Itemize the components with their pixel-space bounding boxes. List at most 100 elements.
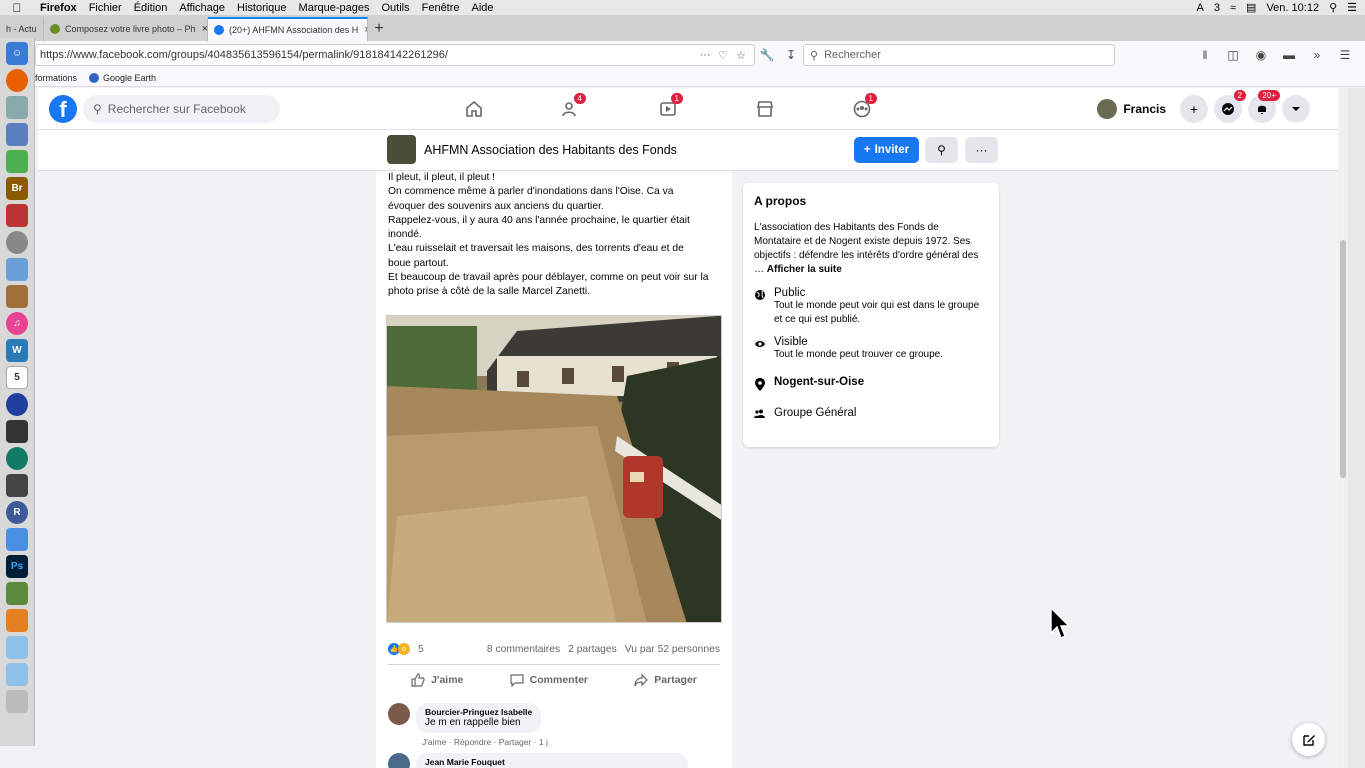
nav-friends[interactable]: 4: [550, 88, 592, 130]
friends-badge: 4: [573, 93, 586, 104]
comment-author[interactable]: Bourcier-Pringuez Isabelle: [425, 707, 532, 717]
create-button[interactable]: +: [1180, 95, 1208, 123]
app-icon[interactable]: W: [6, 339, 28, 362]
app-icon[interactable]: [6, 528, 28, 551]
nav-marketplace[interactable]: [744, 88, 786, 130]
app-icon[interactable]: [6, 420, 28, 443]
bridge-icon[interactable]: Br: [6, 177, 28, 200]
profile-link[interactable]: Francis: [1097, 99, 1174, 119]
nav-watch[interactable]: 1: [647, 88, 689, 130]
menu-app-name[interactable]: Firefox: [34, 2, 83, 14]
sidebar-icon[interactable]: ◫: [1221, 48, 1245, 62]
applications-folder-icon[interactable]: [6, 636, 28, 659]
group-search-button[interactable]: ⚲: [925, 137, 958, 163]
avatar[interactable]: [388, 753, 410, 768]
bookmark-informations[interactable]: formations: [35, 73, 77, 83]
app-icon[interactable]: [6, 258, 28, 281]
finder-icon[interactable]: ☺: [6, 42, 28, 65]
account-menu-button[interactable]: [1282, 95, 1310, 123]
menu-edition[interactable]: Édition: [128, 2, 174, 14]
see-more-link[interactable]: Afficher la suite: [767, 264, 842, 275]
location-name[interactable]: Nogent-sur-Oise: [774, 376, 864, 391]
launchpad-icon[interactable]: [6, 231, 28, 254]
comment-button[interactable]: Commenter: [510, 673, 588, 687]
shares-count[interactable]: 2 partages: [568, 644, 617, 655]
account-icon[interactable]: ◉: [1249, 48, 1273, 62]
facebook-logo-icon[interactable]: f: [49, 94, 77, 123]
search-placeholder: Rechercher sur Facebook: [107, 101, 246, 116]
new-tab-button[interactable]: +: [368, 17, 390, 41]
apple-menu-icon[interactable]: : [0, 1, 34, 15]
nav-home[interactable]: [453, 88, 495, 130]
hamburger-menu-icon[interactable]: ☰: [1333, 48, 1357, 62]
search-bar[interactable]: ⚲ Rechercher: [803, 44, 1115, 66]
group-name[interactable]: AHFMN Association des Habitants des Fond…: [424, 143, 677, 157]
nav-groups[interactable]: 1: [841, 88, 883, 130]
wifi-icon[interactable]: ≈: [1230, 2, 1236, 14]
downloads-folder-icon[interactable]: [6, 663, 28, 686]
photoshop-icon[interactable]: Ps: [6, 555, 28, 578]
group-more-button[interactable]: ···: [965, 137, 998, 163]
display-icon[interactable]: ▤: [1246, 1, 1256, 14]
clock[interactable]: Ven. 10:12: [1266, 2, 1319, 14]
menu-historique[interactable]: Historique: [231, 2, 293, 14]
app-icon[interactable]: [6, 609, 28, 632]
tab-facebook-group[interactable]: (20+) AHFMN Association des H ×: [208, 17, 368, 41]
menu-marque-pages[interactable]: Marque-pages: [293, 2, 376, 14]
comment-meta[interactable]: J'aime · Répondre · Partager · 1 j: [422, 737, 548, 747]
comment-author[interactable]: Jean Marie Fouquet: [425, 757, 679, 767]
notifications-button[interactable]: 20+: [1248, 90, 1280, 123]
adobe-icon[interactable]: A: [1197, 2, 1204, 14]
notification-center-icon[interactable]: ☰: [1347, 1, 1357, 14]
app-icon[interactable]: [6, 285, 28, 308]
spotlight-icon[interactable]: ⚲: [1329, 1, 1337, 14]
page-scrollbar-thumb[interactable]: [1340, 240, 1346, 478]
pocket-icon[interactable]: ♡: [714, 49, 732, 62]
url-text[interactable]: https://www.facebook.com/groups/40483561…: [40, 49, 696, 61]
menu-outils[interactable]: Outils: [375, 2, 415, 14]
facebook-search-input[interactable]: ⚲ Rechercher sur Facebook: [83, 94, 280, 123]
post-photo[interactable]: [386, 315, 722, 623]
share-label: Partager: [654, 673, 697, 686]
firefox-icon[interactable]: [6, 69, 28, 92]
messenger-button[interactable]: 2: [1214, 90, 1246, 123]
reaction-count[interactable]: 5: [418, 644, 424, 655]
wow-reaction-icon[interactable]: o: [398, 643, 410, 655]
camera-icon[interactable]: [6, 474, 28, 497]
music-icon[interactable]: ♫: [6, 312, 28, 335]
bookmark-star-icon[interactable]: ☆: [732, 49, 750, 62]
overflow-chevron-icon[interactable]: »: [1305, 48, 1329, 62]
avatar[interactable]: [388, 703, 410, 725]
facebook-favicon-icon: [214, 25, 224, 35]
comments-count[interactable]: 8 commentaires: [487, 644, 560, 655]
group-thumbnail[interactable]: [387, 135, 416, 164]
time-machine-icon[interactable]: [6, 447, 28, 470]
tab-label: h - Actu: [6, 24, 37, 34]
menu-fenetre[interactable]: Fenêtre: [416, 2, 466, 14]
bookmark-google-earth[interactable]: Google Earth: [89, 72, 156, 83]
new-message-button[interactable]: [1292, 723, 1325, 756]
menu-affichage[interactable]: Affichage: [173, 2, 231, 14]
app-icon[interactable]: [6, 582, 28, 605]
invite-button[interactable]: + Inviter: [854, 137, 919, 163]
views-count[interactable]: Vu par 52 personnes: [625, 644, 720, 655]
audio-icon[interactable]: [6, 393, 28, 416]
like-button[interactable]: J'aime: [411, 672, 463, 687]
library-icon[interactable]: ‖: [1193, 48, 1217, 62]
trash-icon[interactable]: [6, 690, 28, 713]
app-icon[interactable]: [6, 96, 28, 119]
page-actions-icon[interactable]: ···: [696, 49, 714, 61]
share-button[interactable]: Partager: [634, 673, 697, 687]
tab-livre-photo[interactable]: Composez votre livre photo – Ph ×: [44, 17, 208, 41]
app-icon[interactable]: [6, 204, 28, 227]
url-bar[interactable]: https://www.facebook.com/groups/40483561…: [35, 44, 755, 66]
calendar-icon[interactable]: 5: [6, 366, 28, 389]
mail-icon[interactable]: [6, 123, 28, 146]
wrench-icon[interactable]: 🔧: [755, 48, 779, 62]
download-icon[interactable]: ↧: [779, 48, 803, 62]
app-icon[interactable]: R: [6, 501, 28, 524]
menu-aide[interactable]: Aide: [466, 2, 500, 14]
screen-icon[interactable]: ▬: [1277, 48, 1301, 62]
app-icon[interactable]: [6, 150, 28, 173]
menu-fichier[interactable]: Fichier: [83, 2, 128, 14]
